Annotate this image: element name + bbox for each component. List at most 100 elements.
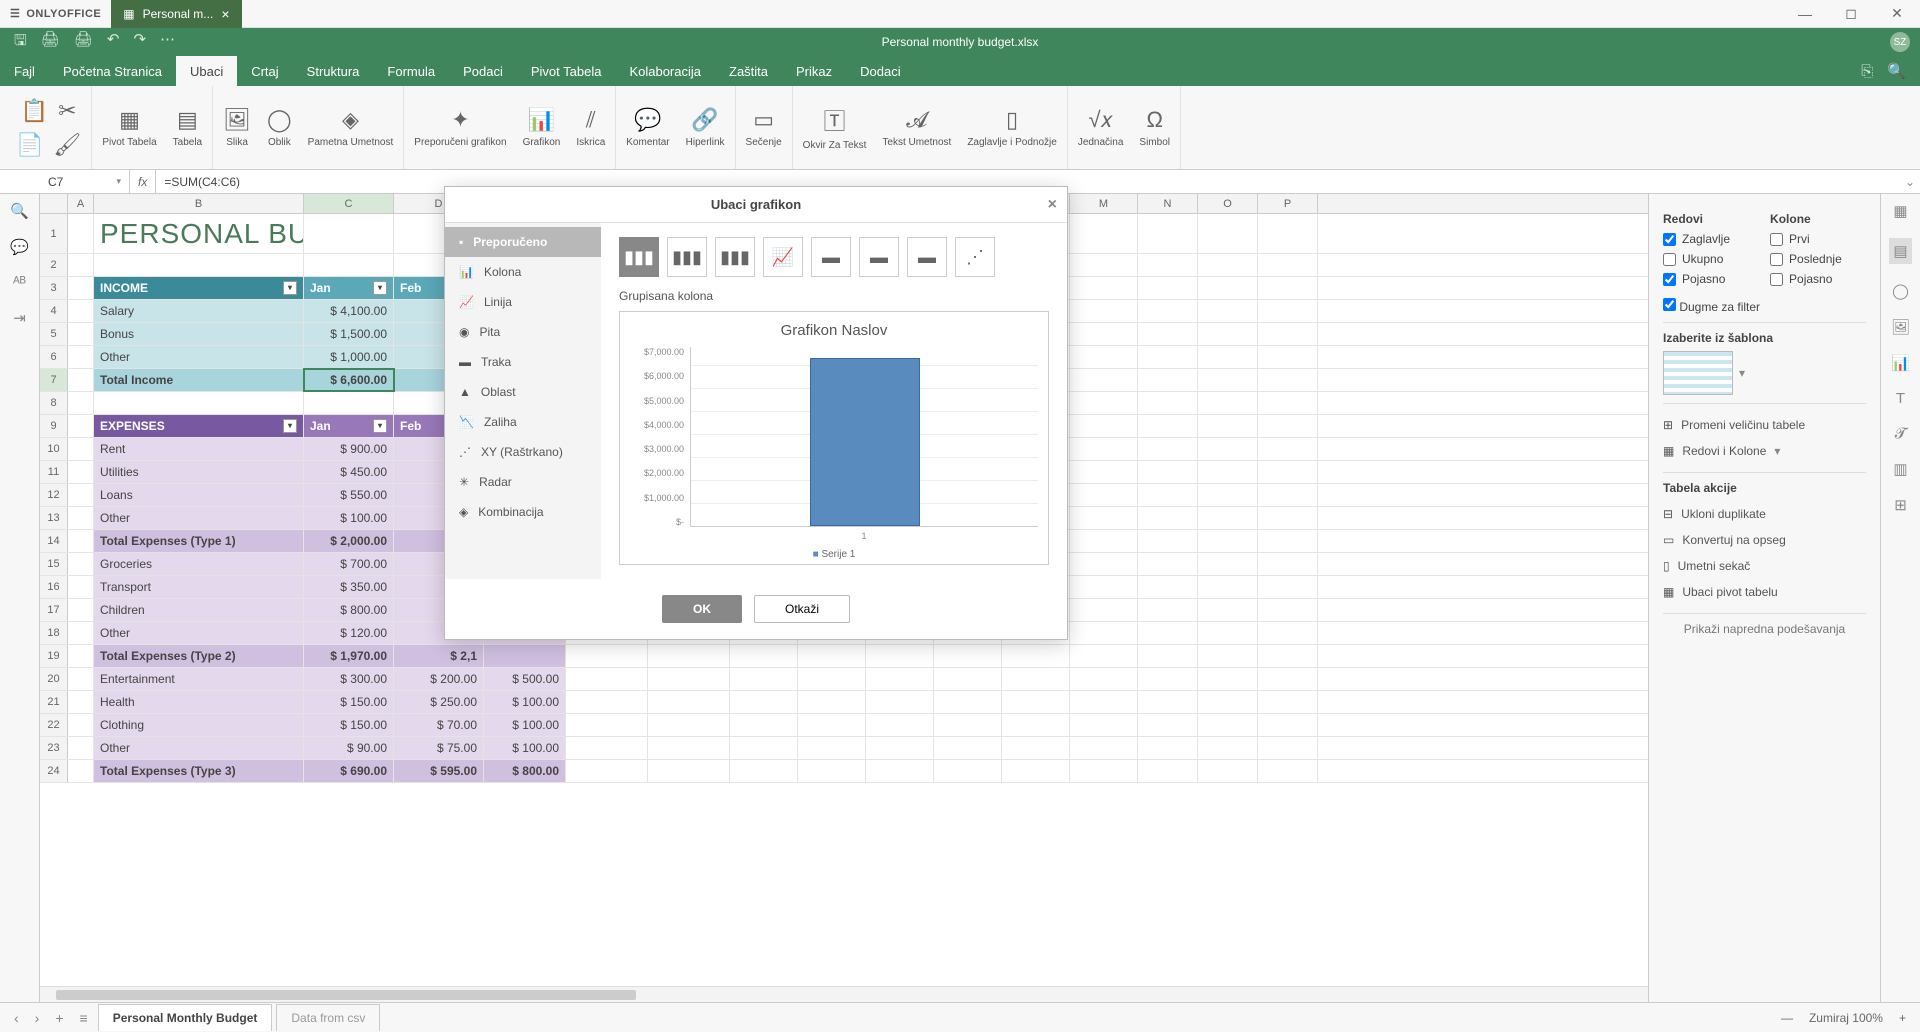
cut-icon[interactable]: ✂ (58, 98, 76, 124)
close-tab-icon[interactable]: × (221, 6, 229, 22)
slicing-button[interactable]: ▭Sečenje (746, 107, 782, 149)
chart-category-kolona[interactable]: 📊Kolona (445, 257, 601, 287)
template-dropdown-icon[interactable]: ▾ (1739, 366, 1745, 380)
col-header-B[interactable]: B (94, 194, 304, 213)
hyperlink-button[interactable]: 🔗Hiperlink (686, 107, 725, 149)
col-header-O[interactable]: O (1198, 194, 1258, 213)
zoom-out-button[interactable]: — (1781, 1011, 1793, 1025)
textbox-button[interactable]: 🅃Okvir Za Tekst (803, 104, 867, 152)
shape-button[interactable]: ◯Oblik (267, 107, 292, 149)
resize-table-action[interactable]: ⊞Promeni veličinu tabele (1663, 412, 1866, 438)
zoom-level[interactable]: Zumiraj 100% (1809, 1011, 1883, 1025)
chart-category-radar[interactable]: ✳Radar (445, 467, 601, 497)
advanced-settings-link[interactable]: Prikaži napredna podešavanja (1663, 622, 1866, 636)
menu-zaštita[interactable]: Zaštita (715, 56, 782, 86)
menu-prikaz[interactable]: Prikaz (782, 56, 846, 86)
chart-category-zaliha[interactable]: 📉Zaliha (445, 407, 601, 437)
expand-formula-icon[interactable]: ⌄ (1900, 175, 1920, 189)
chart-type-clustered-column[interactable]: ▮▮▮ (619, 237, 659, 277)
chart-type-stacked-bar[interactable]: ▬ (859, 237, 899, 277)
chart-type-line[interactable]: 📈 (763, 237, 803, 277)
symbol-button[interactable]: ΩSimbol (1139, 107, 1170, 149)
search-icon[interactable]: 🔍 (1887, 62, 1906, 80)
minimize-button[interactable]: — (1782, 0, 1828, 28)
shape-settings-icon[interactable]: ◯ (1892, 282, 1909, 300)
feedback-tool-icon[interactable]: ⇥ (13, 309, 26, 327)
open-file-icon[interactable]: ⎘ (1861, 63, 1873, 80)
paste-icon[interactable]: 📄 (16, 132, 43, 158)
chart-category-oblast[interactable]: ▲Oblast (445, 377, 601, 407)
chart-category-traka[interactable]: ▬Traka (445, 347, 601, 377)
undo-icon[interactable]: ↶ (107, 30, 120, 55)
chart-settings-icon[interactable]: 📊 (1891, 354, 1910, 372)
smartart-button[interactable]: ◈Pametna Umetnost (308, 107, 394, 149)
more-icon[interactable]: ⋯ (160, 30, 175, 55)
checkbox-pojasno[interactable]: Pojasno (1663, 272, 1730, 286)
menu-pivot-tabela[interactable]: Pivot Tabela (517, 56, 616, 86)
checkbox-prvi[interactable]: Prvi (1770, 232, 1842, 246)
textart-button[interactable]: 𝓐Tekst Umetnost (882, 107, 951, 149)
checkbox-poslednje[interactable]: Poslednje (1770, 252, 1842, 266)
textart-settings-icon[interactable]: 𝓣 (1895, 425, 1907, 442)
sheet-tab-other[interactable]: Data from csv (276, 1004, 380, 1031)
menu-ubaci[interactable]: Ubaci (176, 56, 237, 86)
document-tab[interactable]: ▦ Personal m... × (111, 0, 241, 28)
table-button[interactable]: ▤Tabela (173, 107, 202, 149)
col-header-C[interactable]: C (304, 194, 394, 213)
maximize-button[interactable]: ◻ (1828, 0, 1874, 28)
menu-formula[interactable]: Formula (373, 56, 449, 86)
menu-struktura[interactable]: Struktura (293, 56, 374, 86)
save-icon[interactable]: 🖫 (14, 30, 27, 55)
comment-button[interactable]: 💬Komentar (626, 107, 669, 149)
menu-crtaj[interactable]: Crtaj (237, 56, 292, 86)
checkbox-ukupno[interactable]: Ukupno (1663, 252, 1730, 266)
checkbox-pojasno[interactable]: Pojasno (1770, 272, 1842, 286)
col-header-P[interactable]: P (1258, 194, 1318, 213)
dialog-ok-button[interactable]: OK (662, 595, 742, 623)
slicer-settings-icon[interactable]: ⊞ (1894, 496, 1907, 514)
header-footer-button[interactable]: ▯Zaglavlje i Podnožje (967, 107, 1057, 149)
user-avatar[interactable]: SZ (1890, 32, 1910, 52)
equation-button[interactable]: √𝑥Jednačina (1078, 107, 1124, 149)
comments-tool-icon[interactable]: 💬 (10, 238, 29, 256)
spellcheck-tool-icon[interactable]: ᴬᴮ (13, 274, 26, 291)
print-icon[interactable]: 🖨 (41, 30, 60, 55)
insert-pivot-action[interactable]: ▦Ubaci pivot tabelu (1663, 579, 1866, 605)
quick-print-icon[interactable]: 🖨 (74, 30, 93, 55)
menu-podaci[interactable]: Podaci (449, 56, 517, 86)
format-painter-icon[interactable]: 🖌 (53, 132, 81, 158)
image-button[interactable]: 🖼Slika (223, 107, 251, 149)
chart-category-linija[interactable]: 📈Linija (445, 287, 601, 317)
chart-type-100-bar[interactable]: ▬ (907, 237, 947, 277)
name-box[interactable]: C7 (40, 170, 130, 193)
convert-range-action[interactable]: ▭Konvertuj na opseg (1663, 527, 1866, 553)
chart-category-kombinacija[interactable]: ◈Kombinacija (445, 497, 601, 527)
close-window-button[interactable]: ✕ (1874, 0, 1920, 28)
insert-slicer-action[interactable]: ▯Umetni sekač (1663, 553, 1866, 579)
cell-settings-icon[interactable]: ▦ (1893, 202, 1907, 220)
filter-checkbox[interactable]: Dugme za filter (1663, 300, 1760, 314)
fx-label[interactable]: fx (130, 170, 156, 193)
sparkline-button[interactable]: ⫽Iskrica (576, 107, 605, 149)
template-preview[interactable] (1663, 351, 1733, 395)
menu-kolaboracija[interactable]: Kolaboracija (615, 56, 715, 86)
pivot-table-button[interactable]: ▦Pivot Tabela (102, 107, 156, 149)
pivot-settings-icon[interactable]: ▥ (1893, 460, 1907, 478)
chart-category-pita[interactable]: ◉Pita (445, 317, 601, 347)
col-header-M[interactable]: M (1070, 194, 1138, 213)
recommended-chart-button[interactable]: ✦Preporučeni grafikon (414, 107, 506, 149)
search-tool-icon[interactable]: 🔍 (10, 202, 29, 220)
dialog-cancel-button[interactable]: Otkaži (754, 595, 850, 623)
sheet-nav-next[interactable]: › (29, 1010, 46, 1026)
sheet-nav-prev[interactable]: ‹ (8, 1010, 25, 1026)
menu-početna-stranica[interactable]: Početna Stranica (49, 56, 176, 86)
sheet-list-button[interactable]: ≡ (74, 1010, 94, 1026)
image-settings-icon[interactable]: 🖼 (1891, 318, 1910, 336)
menu-dodaci[interactable]: Dodaci (846, 56, 914, 86)
horizontal-scrollbar[interactable] (40, 986, 1648, 1002)
col-header-A[interactable]: A (68, 194, 94, 213)
chart-type-100-column[interactable]: ▮▮▮ (715, 237, 755, 277)
chart-type-scatter[interactable]: ⋰ (955, 237, 995, 277)
dialog-close-icon[interactable]: × (1048, 196, 1057, 214)
rows-cols-action[interactable]: ▦Redovi i Kolone ▾ (1663, 438, 1866, 464)
